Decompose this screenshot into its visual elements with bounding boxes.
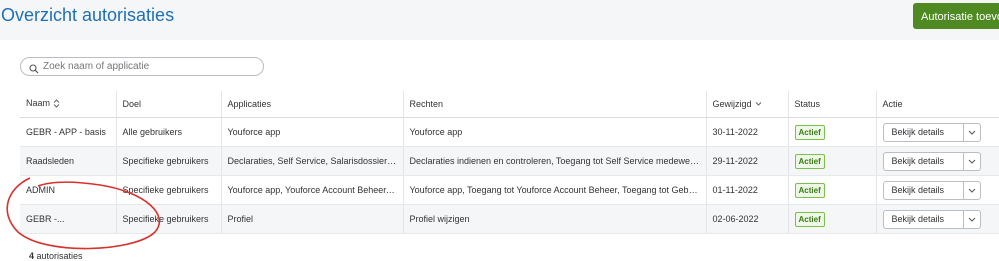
result-count: 4 autorisaties [29,251,83,261]
sort-icon[interactable] [53,98,60,110]
page-title: Overzicht autorisaties [1,5,175,25]
chevron-down-icon[interactable] [964,182,980,199]
table-header-row: Naam Doel Applicaties Rechten Gewijzigd … [20,91,999,118]
cell-rechten: Declaraties indienen en controleren, Toe… [402,146,706,176]
cell-actie: Bekijk details [875,117,999,147]
cell-applicaties: Youforce app, Youforce Account Beheer, E… [220,175,403,205]
cell-rechten: Profiel wijzigen [402,204,706,234]
cell-doel: Specifieke gebruikers [115,204,221,234]
cell-rechten: Youforce app [402,117,706,147]
cell-actie: Bekijk details [875,146,999,176]
search-box[interactable] [20,57,264,76]
sort-down-icon[interactable] [755,99,762,109]
cell-naam: ADMIN [20,175,116,205]
cell-doel: Specifieke gebruikers [115,175,221,205]
cell-applicaties: Youforce app [220,117,403,147]
cell-status: Actief [787,204,876,234]
cell-rechten: Youforce app, Toegang tot Youforce Accou… [402,175,706,205]
cell-doel: Alle gebruikers [115,117,221,147]
details-dropdown[interactable]: Bekijk details [882,180,981,200]
column-naam[interactable]: Naam [20,91,116,118]
details-button[interactable]: Bekijk details [884,210,964,228]
column-applicaties: Applicaties [220,91,403,118]
cell-actie: Bekijk details [875,175,999,205]
status-badge: Actief [794,124,825,140]
column-actie: Actie [875,91,999,118]
status-badge: Actief [794,211,825,227]
details-button[interactable]: Bekijk details [884,152,964,170]
status-badge: Actief [794,153,825,169]
column-status: Status [787,91,876,118]
table-row[interactable]: GEBR -... Specifieke gebruikers Profiel … [20,204,999,234]
details-dropdown[interactable]: Bekijk details [882,209,981,229]
cell-applicaties: Declaraties, Self Service, Salarisdossie… [220,146,403,176]
cell-status: Actief [787,146,876,176]
search-input[interactable] [43,59,253,73]
cell-doel: Specifieke gebruikers [115,146,221,176]
details-dropdown[interactable]: Bekijk details [882,151,981,171]
cell-status: Actief [787,117,876,147]
search-icon [29,61,39,79]
table-row[interactable]: ADMIN Specifieke gebruikers Youforce app… [20,175,999,205]
details-button[interactable]: Bekijk details [884,181,964,199]
cell-applicaties: Profiel [220,204,403,234]
cell-gewijzigd: 29-11-2022 [705,146,788,176]
details-dropdown[interactable]: Bekijk details [882,122,981,142]
column-rechten: Rechten [402,91,706,118]
details-button[interactable]: Bekijk details [884,123,964,141]
column-gewijzigd[interactable]: Gewijzigd [705,91,788,118]
add-authorization-button[interactable]: Autorisatie toevoegen [913,3,999,29]
cell-naam: Raadsleden [20,146,116,176]
cell-actie: Bekijk details [875,204,999,234]
column-doel: Doel [115,91,221,118]
table-row[interactable]: GEBR - APP - basis Alle gebruikers Youfo… [20,117,999,147]
cell-gewijzigd: 01-11-2022 [705,175,788,205]
authorizations-table: Naam Doel Applicaties Rechten Gewijzigd … [20,91,999,234]
cell-gewijzigd: 30-11-2022 [705,117,788,147]
cell-naam: GEBR - APP - basis [20,117,116,147]
chevron-down-icon[interactable] [964,153,980,170]
cell-gewijzigd: 02-06-2022 [705,204,788,234]
cell-status: Actief [787,175,876,205]
count-label: autorisaties [36,251,83,261]
count-number: 4 [29,251,35,261]
cell-naam: GEBR -... [20,204,116,234]
chevron-down-icon[interactable] [964,124,980,141]
table-row[interactable]: Raadsleden Specifieke gebruikers Declara… [20,146,999,176]
chevron-down-icon[interactable] [964,211,980,228]
page-header: Overzicht autorisaties Autorisatie toevo… [0,0,999,40]
status-badge: Actief [794,182,825,198]
